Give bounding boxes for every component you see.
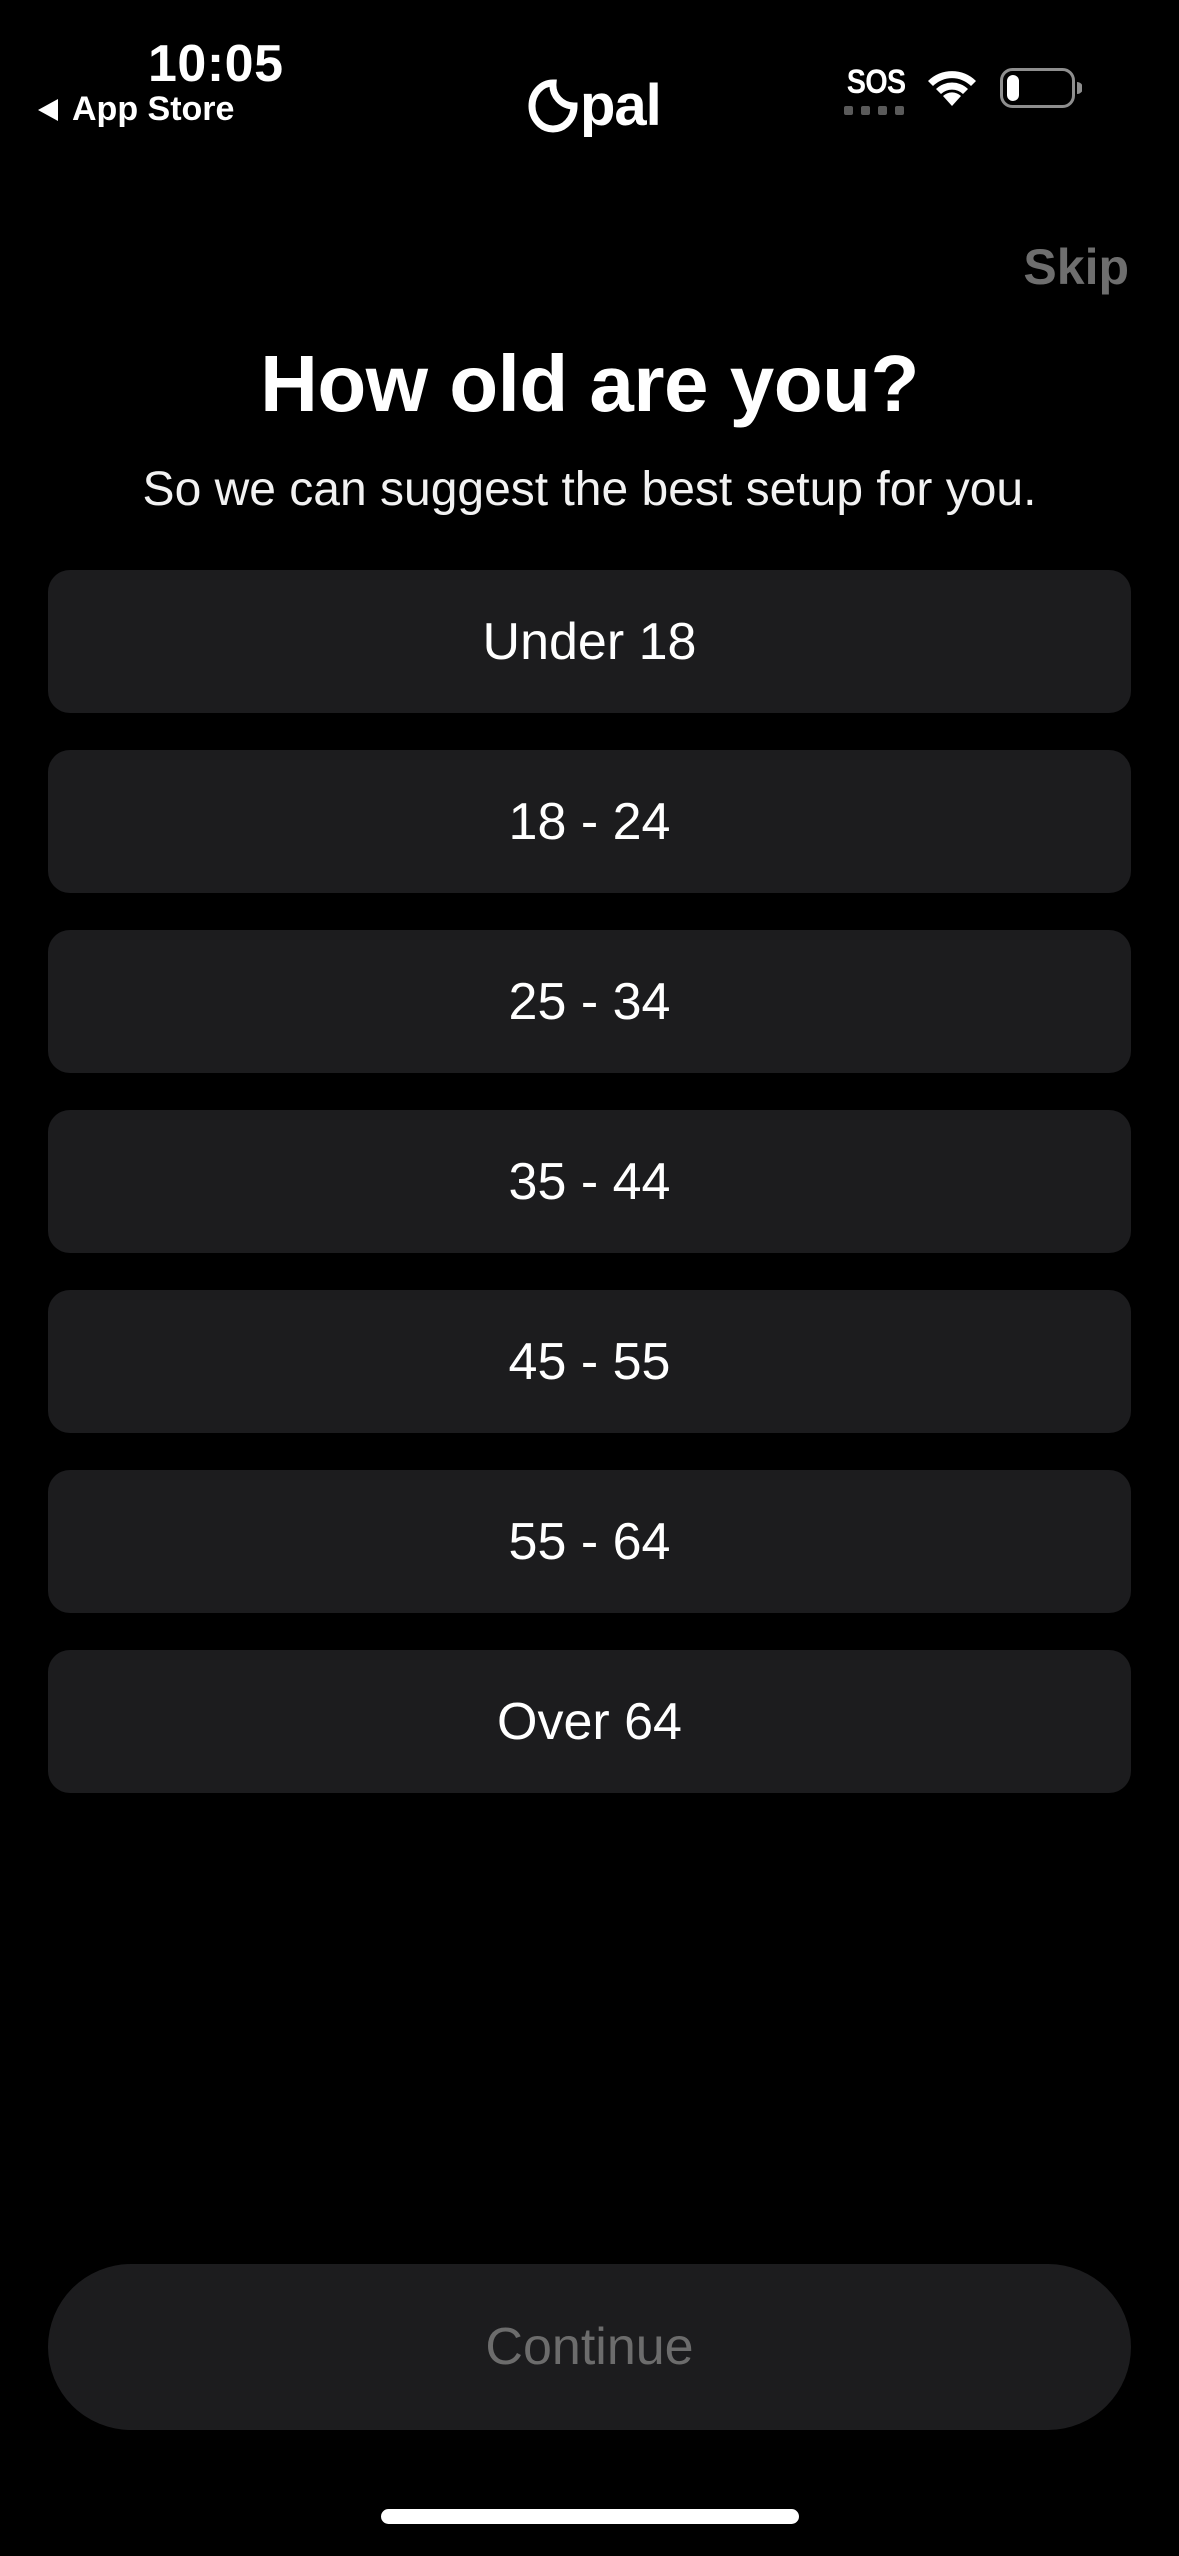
skip-button[interactable]: Skip: [1023, 238, 1129, 296]
age-option-55-64[interactable]: 55 - 64: [48, 1470, 1131, 1613]
page-title: How old are you?: [260, 339, 919, 428]
opal-logo: pal: [528, 72, 662, 139]
age-options-list: Under 18 18 - 24 25 - 34 35 - 44 45 - 55…: [48, 570, 1131, 1830]
back-app-label: App Store: [72, 90, 235, 128]
age-option-45-55[interactable]: 45 - 55: [48, 1290, 1131, 1433]
age-option-over-64[interactable]: Over 64: [48, 1650, 1131, 1793]
status-time: 10:05: [148, 35, 284, 93]
sos-icon: SOS: [842, 64, 906, 115]
logo-text: pal: [580, 73, 662, 138]
wifi-icon: [924, 66, 980, 113]
page-subtitle: So we can suggest the best setup for you…: [142, 463, 1037, 516]
sos-label: SOS: [846, 63, 906, 101]
age-option-18-24[interactable]: 18 - 24: [48, 750, 1131, 893]
age-option-25-34[interactable]: 25 - 34: [48, 930, 1131, 1073]
age-option-under-18[interactable]: Under 18: [48, 570, 1131, 713]
signal-dots: [842, 106, 906, 115]
back-caret-icon: [38, 98, 58, 121]
battery-icon: [1000, 68, 1083, 113]
home-indicator[interactable]: [381, 2509, 799, 2524]
age-option-35-44[interactable]: 35 - 44: [48, 1110, 1131, 1253]
back-to-app-store[interactable]: App Store: [38, 90, 234, 129]
continue-button[interactable]: Continue: [48, 2264, 1131, 2430]
opal-o-icon: [528, 78, 578, 132]
